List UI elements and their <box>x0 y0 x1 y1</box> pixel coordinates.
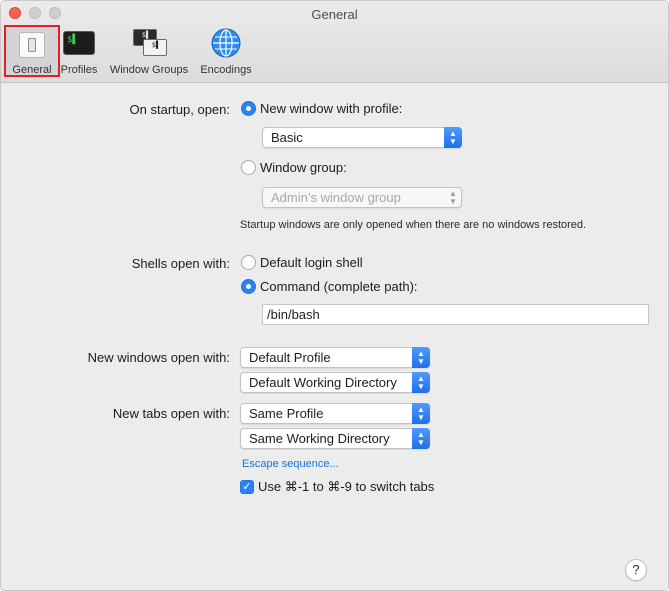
up-down-chevron-icon: ▲ ▼ <box>412 428 430 449</box>
startup-new-window-label: New window with profile: <box>260 101 403 116</box>
startup-note: Startup windows are only opened when the… <box>240 219 587 231</box>
terminal-icon: $▌ <box>63 27 95 59</box>
shells-label: Shells open with: <box>131 256 230 271</box>
switch-tabs-label: Use ⌘-1 to ⌘-9 to switch tabs <box>258 479 435 494</box>
up-down-chevron-icon: ▲ ▼ <box>449 188 457 206</box>
toolbar-tab-profiles[interactable]: $▌ Profiles <box>57 27 101 76</box>
help-button[interactable]: ? <box>625 559 647 581</box>
up-down-chevron-icon: ▲ ▼ <box>412 372 430 393</box>
shells-default-login-radio[interactable]: Default login shell <box>241 255 363 270</box>
startup-label: On startup, open: <box>129 102 230 117</box>
preferences-window: General General $▌ Profiles $▌ $▌ Window … <box>0 0 669 591</box>
radio-selected-indicator <box>241 279 256 294</box>
up-down-chevron-icon: ▲ ▼ <box>444 127 462 148</box>
up-down-chevron-icon: ▲ ▼ <box>412 347 430 368</box>
switch-tabs-checkbox[interactable]: ✓ Use ⌘-1 to ⌘-9 to switch tabs <box>240 479 434 495</box>
toolbar-tab-window-groups[interactable]: $▌ $▌ Window Groups <box>105 27 193 76</box>
new-tabs-profile-popup[interactable]: Same Profile ▲ ▼ <box>240 403 430 424</box>
startup-profile-popup[interactable]: Basic ▲ ▼ <box>262 127 462 148</box>
shells-command-radio[interactable]: Command (complete path): <box>241 279 418 294</box>
radio-unselected-indicator <box>241 160 256 175</box>
startup-window-group-value: Admin’s window group <box>271 190 401 205</box>
radio-selected-indicator <box>241 101 256 116</box>
toolbar-tab-encodings-label: Encodings <box>200 64 252 76</box>
window-groups-icon: $▌ $▌ <box>133 27 167 59</box>
toolbar-tab-encodings[interactable]: Encodings <box>195 27 257 76</box>
shell-command-value: /bin/bash <box>267 307 320 322</box>
startup-window-group-label: Window group: <box>260 160 347 175</box>
switch-icon <box>16 29 48 61</box>
toolbar-tab-general-label: General <box>12 64 52 76</box>
new-windows-directory-value: Default Working Directory <box>249 375 397 390</box>
new-windows-label: New windows open with: <box>87 350 230 365</box>
checkmark-icon: ✓ <box>240 480 254 494</box>
startup-profile-value: Basic <box>271 130 303 145</box>
new-tabs-directory-value: Same Working Directory <box>249 431 390 446</box>
general-settings-pane: On startup, open: New window with profil… <box>1 84 668 590</box>
toolbar-tab-general[interactable]: General <box>4 25 60 77</box>
new-windows-directory-popup[interactable]: Default Working Directory ▲ ▼ <box>240 372 430 393</box>
shells-command-label: Command (complete path): <box>260 279 418 294</box>
startup-window-group-popup: Admin’s window group ▲ ▼ <box>262 187 462 208</box>
new-windows-profile-popup[interactable]: Default Profile ▲ ▼ <box>240 347 430 368</box>
titlebar: General General $▌ Profiles $▌ $▌ Window … <box>1 1 668 83</box>
toolbar-tab-window-groups-label: Window Groups <box>109 64 189 76</box>
new-tabs-directory-popup[interactable]: Same Working Directory ▲ ▼ <box>240 428 430 449</box>
escape-sequence-link[interactable]: Escape sequence... <box>242 458 339 470</box>
new-windows-profile-value: Default Profile <box>249 350 331 365</box>
startup-window-group-radio[interactable]: Window group: <box>241 160 347 175</box>
shell-command-field[interactable]: /bin/bash <box>262 304 649 325</box>
startup-new-window-radio[interactable]: New window with profile: <box>241 101 402 116</box>
radio-unselected-indicator <box>241 255 256 270</box>
window-title: General <box>311 7 358 22</box>
up-down-chevron-icon: ▲ ▼ <box>412 403 430 424</box>
new-tabs-profile-value: Same Profile <box>249 406 324 421</box>
shells-default-login-label: Default login shell <box>260 255 363 270</box>
new-tabs-label: New tabs open with: <box>112 406 230 421</box>
toolbar-tab-profiles-label: Profiles <box>60 64 98 76</box>
globe-icon <box>210 27 242 59</box>
